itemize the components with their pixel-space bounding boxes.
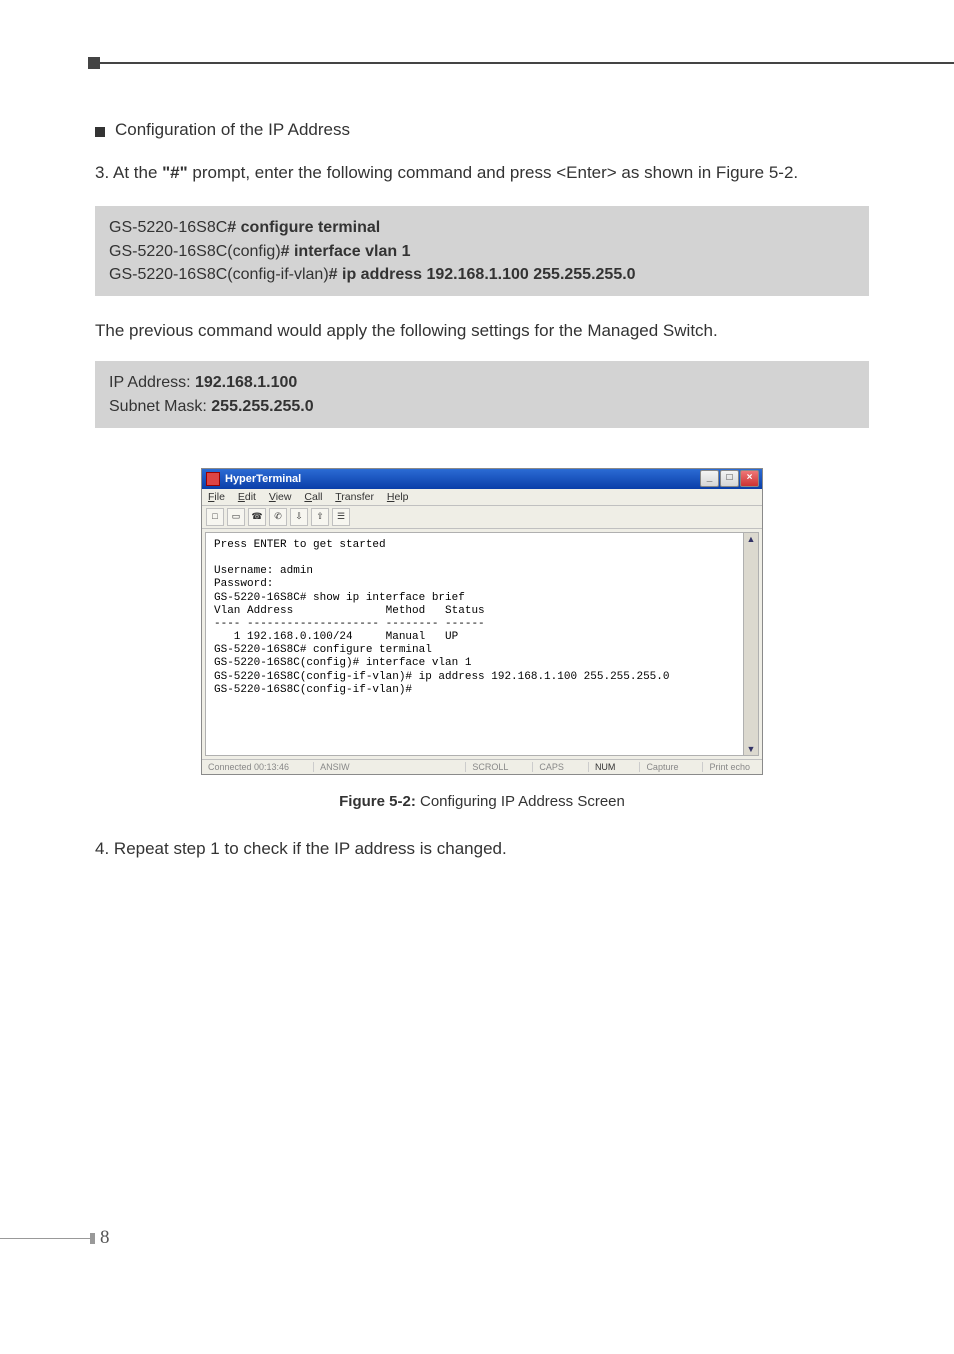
close-button[interactable]: × [740,470,759,487]
section-heading: Configuration of the IP Address [95,120,869,140]
statusbar: Connected 00:13:46 ANSIW SCROLL CAPS NUM… [202,759,762,774]
page-number: 8 [100,1227,110,1249]
figure-caption: Figure 5-2: Configuring IP Address Scree… [95,793,869,810]
window-title: HyperTerminal [225,473,301,485]
toolbar-send-icon[interactable]: ⇩ [290,508,308,526]
toolbar-receive-icon[interactable]: ⇧ [311,508,329,526]
status-caps: CAPS [532,762,570,772]
cmd3: # ip address 192.168.1.100 255.255.255.0 [329,266,636,283]
status-num: NUM [588,762,622,772]
command-box: GS-5220-16S8C# configure terminal GS-522… [95,206,869,296]
cmd1: # configure terminal [227,219,380,236]
toolbar-props-icon[interactable]: ☰ [332,508,350,526]
heading-text: Configuration of the IP Address [115,120,350,140]
maximize-button[interactable]: □ [720,470,739,487]
cmd3-host: GS-5220-16S8C(config-if-vlan) [109,266,329,283]
cmd2-host: GS-5220-16S8C(config) [109,243,281,260]
menubar: File Edit View Call Transfer Help [202,489,762,506]
step-4-text: Repeat step 1 to check if the IP address… [109,839,507,858]
footer-rule [0,1238,92,1240]
menu-file[interactable]: File [208,491,225,503]
step-3-text-a: At the [113,163,162,182]
step-4-num: 4. [95,839,109,858]
mask-label: Subnet Mask: [109,398,211,415]
step-3-prompt: "#" [162,163,188,182]
titlebar[interactable]: HyperTerminal _ □ × [202,469,762,489]
terminal-output[interactable]: Press ENTER to get started Username: adm… [205,532,744,756]
scroll-up-icon[interactable]: ▲ [745,533,757,545]
toolbar: □ ▭ ☎ ✆ ⇩ ⇧ ☰ [202,506,762,529]
step-3: 3. At the "#" prompt, enter the followin… [95,160,869,186]
status-printecho: Print echo [702,762,756,772]
step-3-num: 3. [95,163,109,182]
toolbar-open-icon[interactable]: ▭ [227,508,245,526]
cmd2: # interface vlan 1 [281,243,411,260]
status-scroll: SCROLL [465,762,514,772]
explain-paragraph: The previous command would apply the fol… [95,318,869,344]
menu-call[interactable]: Call [304,491,322,503]
status-connected: Connected 00:13:46 [208,762,295,772]
header-rule [95,62,954,64]
step-3-text-b: prompt, enter the following command and … [188,163,798,182]
status-capture: Capture [639,762,684,772]
fig-text: Configuring IP Address Screen [416,793,625,810]
minimize-button[interactable]: _ [700,470,719,487]
bullet-icon [95,127,105,137]
ip-value: 192.168.1.100 [195,374,297,391]
scroll-down-icon[interactable]: ▼ [745,743,757,755]
menu-view[interactable]: View [269,491,292,503]
fig-label: Figure 5-2: [339,793,416,810]
cmd1-host: GS-5220-16S8C [109,219,227,236]
toolbar-new-icon[interactable]: □ [206,508,224,526]
toolbar-hangup-icon[interactable]: ✆ [269,508,287,526]
settings-box: IP Address: 192.168.1.100 Subnet Mask: 2… [95,361,869,427]
menu-transfer[interactable]: Transfer [335,491,374,503]
hyperterminal-window: HyperTerminal _ □ × File Edit View Call … [201,468,763,775]
status-termtype: ANSIW [313,762,356,772]
scrollbar[interactable]: ▲ ▼ [744,532,759,756]
toolbar-call-icon[interactable]: ☎ [248,508,266,526]
ip-label: IP Address: [109,374,195,391]
step-4: 4. Repeat step 1 to check if the IP addr… [95,836,869,862]
app-icon [206,472,220,486]
menu-edit[interactable]: Edit [238,491,256,503]
footer-tick [90,1233,95,1244]
mask-value: 255.255.255.0 [211,398,313,415]
menu-help[interactable]: Help [387,491,409,503]
